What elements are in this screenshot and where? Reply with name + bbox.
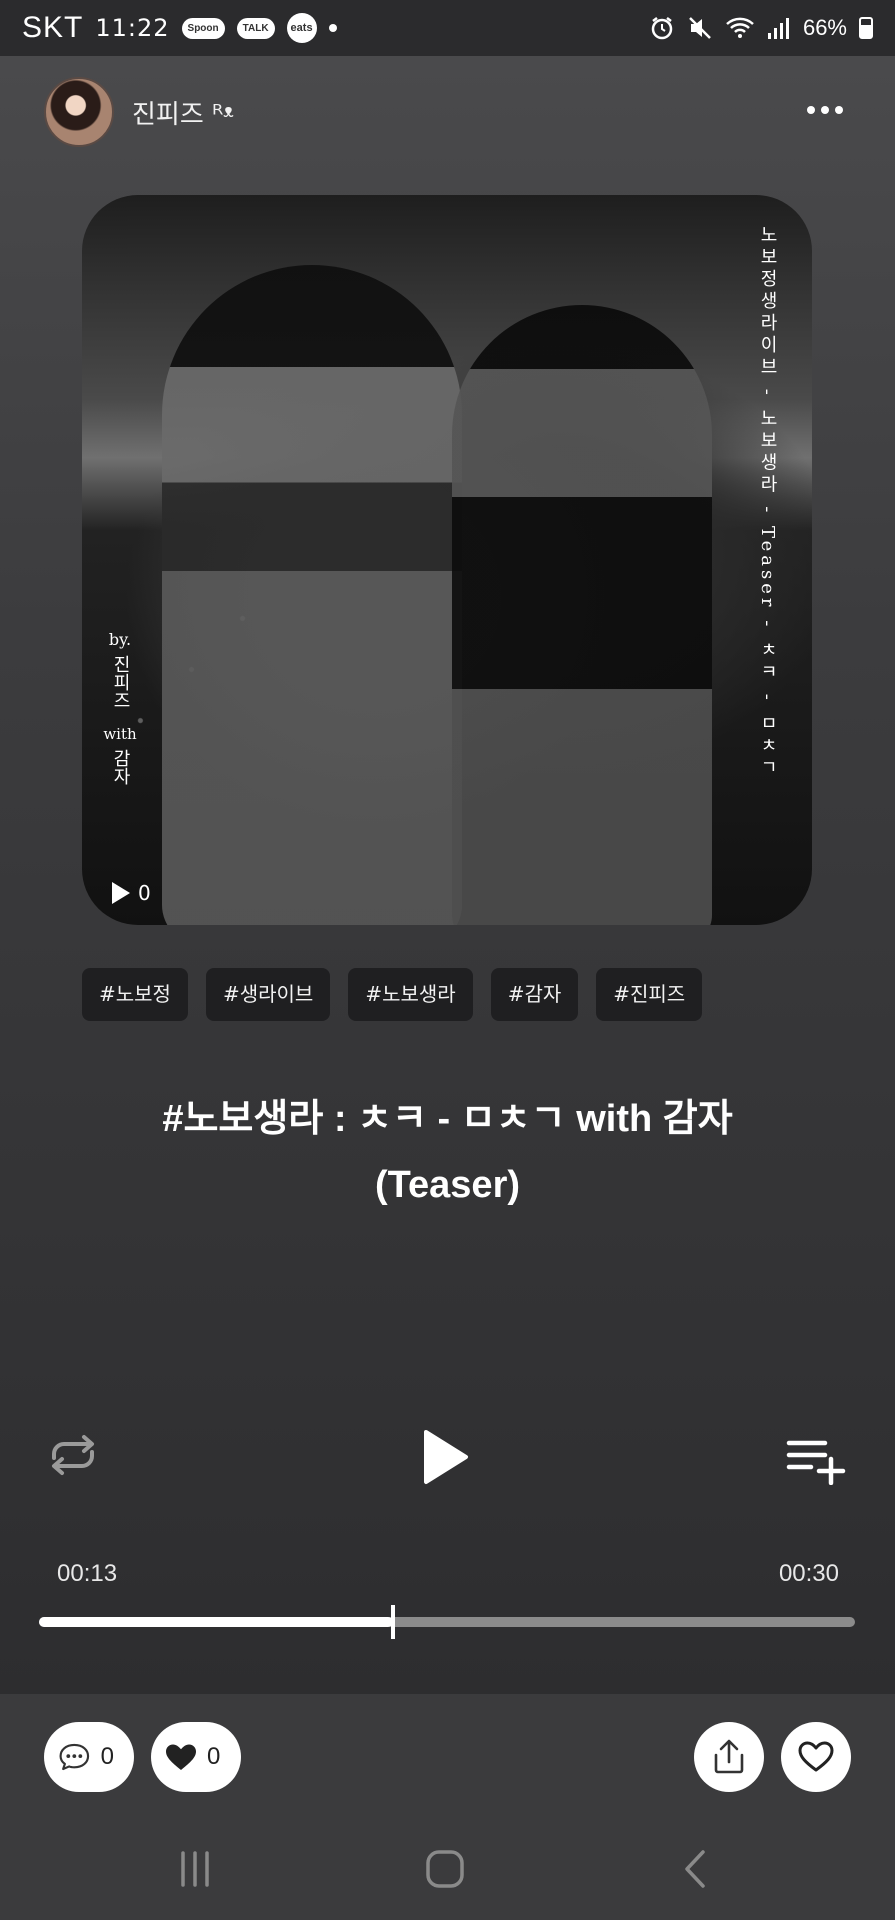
cover-credit-by: by.: [108, 630, 132, 649]
play-count-value: 0: [138, 881, 151, 905]
album-cover: 노보정생라이브 - 노보생라 - Teaser - ㅊㅋ - ㅁㅊㄱ by. 진…: [82, 195, 812, 925]
cover-credit-with: with: [103, 725, 137, 743]
add-to-queue-icon: [786, 1440, 846, 1486]
hashtag-chip[interactable]: #감자: [490, 968, 579, 1021]
play-icon: [424, 1430, 468, 1484]
play-button[interactable]: [420, 1427, 470, 1487]
total-time: 00:30: [778, 1560, 839, 1587]
action-bar: 0 0: [0, 1694, 895, 1814]
cover-vertical-title: 노보정생라이브 - 노보생라 - Teaser - ㅊㅋ - ㅁㅊㄱ: [757, 225, 778, 780]
home-button[interactable]: [420, 1844, 470, 1894]
current-time: 00:13: [57, 1560, 118, 1587]
more-options-button[interactable]: [807, 106, 843, 114]
more-dot-icon: [835, 106, 843, 114]
battery-icon: [859, 17, 873, 39]
comment-button[interactable]: 0: [44, 1722, 134, 1792]
avatar[interactable]: [44, 77, 114, 147]
status-bar: SKT 11:22 Spoon TALK eats 66%: [0, 0, 895, 56]
heart-filled-icon: [166, 1744, 196, 1770]
progress-fill: [39, 1617, 393, 1627]
clock: 11:22: [95, 14, 170, 42]
cover-credit-name2: 감자: [110, 749, 131, 785]
signal-icon: [767, 18, 789, 39]
more-dot-icon: [821, 106, 829, 114]
system-nav-bar: [0, 1814, 895, 1920]
share-button[interactable]: [694, 1722, 764, 1792]
cover-figure-girl: [452, 305, 712, 925]
hashtag-chip[interactable]: #진피즈: [596, 968, 703, 1021]
hashtag-chip[interactable]: #노보정: [82, 968, 188, 1021]
play-count: 0: [112, 881, 151, 905]
home-icon: [426, 1850, 464, 1888]
repeat-button[interactable]: [44, 1430, 102, 1480]
coupang-eats-app-icon: eats: [286, 13, 317, 43]
kakaotalk-app-icon: TALK: [236, 17, 275, 39]
like-count-button[interactable]: 0: [151, 1722, 241, 1792]
cover-credit-name1: 진피즈: [110, 655, 131, 709]
cover-figure-boy: [162, 265, 462, 925]
like-button[interactable]: [781, 1722, 851, 1792]
repeat-icon: [52, 1435, 94, 1475]
profile-header: 진피즈 ᴿᵜ: [0, 56, 895, 168]
share-icon: [714, 1739, 744, 1774]
progress-bar[interactable]: [39, 1605, 855, 1639]
comment-icon: [59, 1743, 90, 1771]
status-right: 66%: [649, 15, 873, 41]
more-dot-icon: [807, 106, 815, 114]
status-left: SKT 11:22 Spoon TALK eats: [22, 11, 337, 45]
back-button[interactable]: [670, 1844, 720, 1894]
add-to-queue-button[interactable]: [785, 1435, 847, 1486]
play-count-icon: [112, 882, 130, 904]
more-notifications-icon: [328, 24, 337, 32]
progress-thumb[interactable]: [390, 1605, 395, 1639]
username[interactable]: 진피즈 ᴿᵜ: [132, 94, 234, 131]
hashtag-chip[interactable]: #노보생라: [348, 968, 473, 1021]
wifi-icon: [726, 17, 754, 38]
track-title: #노보생라 : ㅊㅋ - ㅁㅊㄱ with 감자(Teaser): [162, 1098, 733, 1206]
spoon-app-icon: Spoon: [181, 17, 225, 39]
comment-count: 0: [100, 1743, 114, 1770]
cover-credit: by. 진피즈 with 감자: [102, 625, 138, 795]
recent-apps-button[interactable]: [170, 1844, 220, 1894]
alarm-icon: [651, 17, 673, 40]
hashtag-chip[interactable]: #생라이브: [205, 968, 331, 1021]
battery-percent: 66%: [802, 15, 847, 40]
back-icon: [685, 1850, 705, 1888]
mute-icon: [689, 17, 711, 39]
like-count: 0: [207, 1743, 221, 1770]
hashtag-list: #노보정 #생라이브 #노보생라 #감자 #진피즈: [82, 968, 703, 1021]
heart-outline-icon: [798, 1741, 834, 1772]
carrier-label: SKT: [22, 11, 84, 44]
recent-apps-icon: [181, 1851, 209, 1887]
